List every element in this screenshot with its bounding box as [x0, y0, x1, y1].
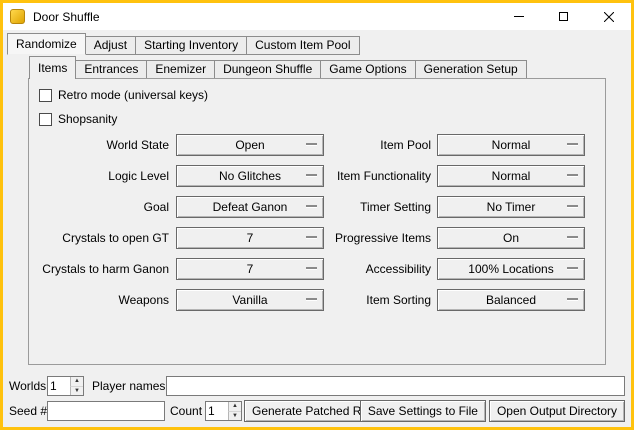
tab-entrances[interactable]: Entrances	[75, 60, 147, 79]
tab-randomize[interactable]: Randomize	[7, 33, 86, 55]
worlds-spinner[interactable]: ▲ ▼	[47, 376, 84, 396]
progressive-items-value: On	[438, 228, 584, 248]
tab-custom-item-pool[interactable]: Custom Item Pool	[246, 36, 359, 55]
spin-down-icon[interactable]: ▼	[70, 387, 83, 396]
minimize-button[interactable]	[496, 3, 541, 30]
tab-generation-setup[interactable]: Generation Setup	[415, 60, 527, 79]
worlds-spinner-arrows: ▲ ▼	[70, 377, 83, 395]
progressive-items-label: Progressive Items	[299, 227, 431, 249]
dropdown-indicator-icon	[567, 267, 578, 269]
tab-enemizer[interactable]: Enemizer	[146, 60, 215, 79]
progressive-items-dropdown[interactable]: On	[437, 227, 585, 249]
item-functionality-label: Item Functionality	[299, 165, 431, 187]
item-sorting-value: Balanced	[438, 290, 584, 310]
dropdown-indicator-icon	[567, 205, 578, 207]
count-spinner-arrows: ▲ ▼	[228, 402, 241, 420]
timer-setting-label: Timer Setting	[299, 196, 431, 218]
player-names-input[interactable]	[166, 376, 625, 396]
shopsanity-label: Shopsanity	[58, 112, 117, 126]
retro-mode-checkbox[interactable]	[39, 89, 52, 102]
tab-starting-inventory[interactable]: Starting Inventory	[135, 36, 247, 55]
retro-mode-row: Retro mode (universal keys)	[39, 87, 208, 103]
count-input[interactable]	[206, 402, 228, 420]
dropdown-indicator-icon	[567, 174, 578, 176]
shopsanity-row: Shopsanity	[39, 111, 117, 127]
accessibility-value: 100% Locations	[438, 259, 584, 279]
spin-up-icon[interactable]: ▲	[70, 377, 83, 387]
app-window: Door Shuffle Randomize Adjust Starting I…	[0, 0, 634, 430]
spin-up-icon[interactable]: ▲	[228, 402, 241, 412]
maximize-icon	[559, 12, 568, 21]
maximize-button[interactable]	[541, 3, 586, 30]
worlds-input[interactable]	[48, 377, 70, 395]
window-controls	[496, 3, 631, 30]
close-button[interactable]	[586, 3, 631, 30]
seed-input[interactable]	[47, 401, 165, 421]
count-spinner[interactable]: ▲ ▼	[205, 401, 242, 421]
primary-tab-bar: Randomize Adjust Starting Inventory Cust…	[7, 33, 359, 55]
dropdown-indicator-icon	[567, 143, 578, 145]
timer-setting-dropdown[interactable]: No Timer	[437, 196, 585, 218]
item-pool-dropdown[interactable]: Normal	[437, 134, 585, 156]
item-sorting-dropdown[interactable]: Balanced	[437, 289, 585, 311]
weapons-label: Weapons	[35, 289, 169, 311]
title-bar[interactable]: Door Shuffle	[3, 3, 631, 30]
world-state-label: World State	[35, 134, 169, 156]
accessibility-label: Accessibility	[299, 258, 431, 280]
save-settings-button[interactable]: Save Settings to File	[360, 400, 486, 422]
shopsanity-checkbox[interactable]	[39, 113, 52, 126]
close-icon	[604, 12, 614, 22]
item-functionality-value: Normal	[438, 166, 584, 186]
logic-level-label: Logic Level	[35, 165, 169, 187]
item-sorting-label: Item Sorting	[299, 289, 431, 311]
timer-setting-value: No Timer	[438, 197, 584, 217]
dropdown-indicator-icon	[567, 236, 578, 238]
seed-label: Seed #	[9, 404, 47, 418]
count-label: Count	[170, 404, 202, 418]
open-output-directory-button[interactable]: Open Output Directory	[489, 400, 625, 422]
item-pool-value: Normal	[438, 135, 584, 155]
tab-game-options[interactable]: Game Options	[320, 60, 415, 79]
secondary-tab-bar: Items Entrances Enemizer Dungeon Shuffle…	[29, 56, 526, 79]
worlds-label: Worlds	[9, 379, 46, 393]
app-icon	[10, 9, 25, 24]
item-pool-label: Item Pool	[299, 134, 431, 156]
window-title: Door Shuffle	[33, 10, 100, 24]
item-functionality-dropdown[interactable]: Normal	[437, 165, 585, 187]
bottom-right-buttons: Save Settings to File Open Output Direct…	[360, 400, 625, 422]
items-tab-pane: Retro mode (universal keys) Shopsanity W…	[28, 78, 606, 365]
crystals-harm-ganon-label: Crystals to harm Ganon	[35, 258, 169, 280]
goal-label: Goal	[35, 196, 169, 218]
tab-adjust[interactable]: Adjust	[85, 36, 136, 55]
tab-dungeon-shuffle[interactable]: Dungeon Shuffle	[214, 60, 321, 79]
retro-mode-label: Retro mode (universal keys)	[58, 88, 208, 102]
minimize-icon	[514, 16, 524, 17]
accessibility-dropdown[interactable]: 100% Locations	[437, 258, 585, 280]
dropdown-indicator-icon	[567, 298, 578, 300]
player-names-label: Player names	[92, 379, 165, 393]
tab-items[interactable]: Items	[29, 56, 76, 79]
crystals-open-gt-label: Crystals to open GT	[35, 227, 169, 249]
spin-down-icon[interactable]: ▼	[228, 412, 241, 421]
